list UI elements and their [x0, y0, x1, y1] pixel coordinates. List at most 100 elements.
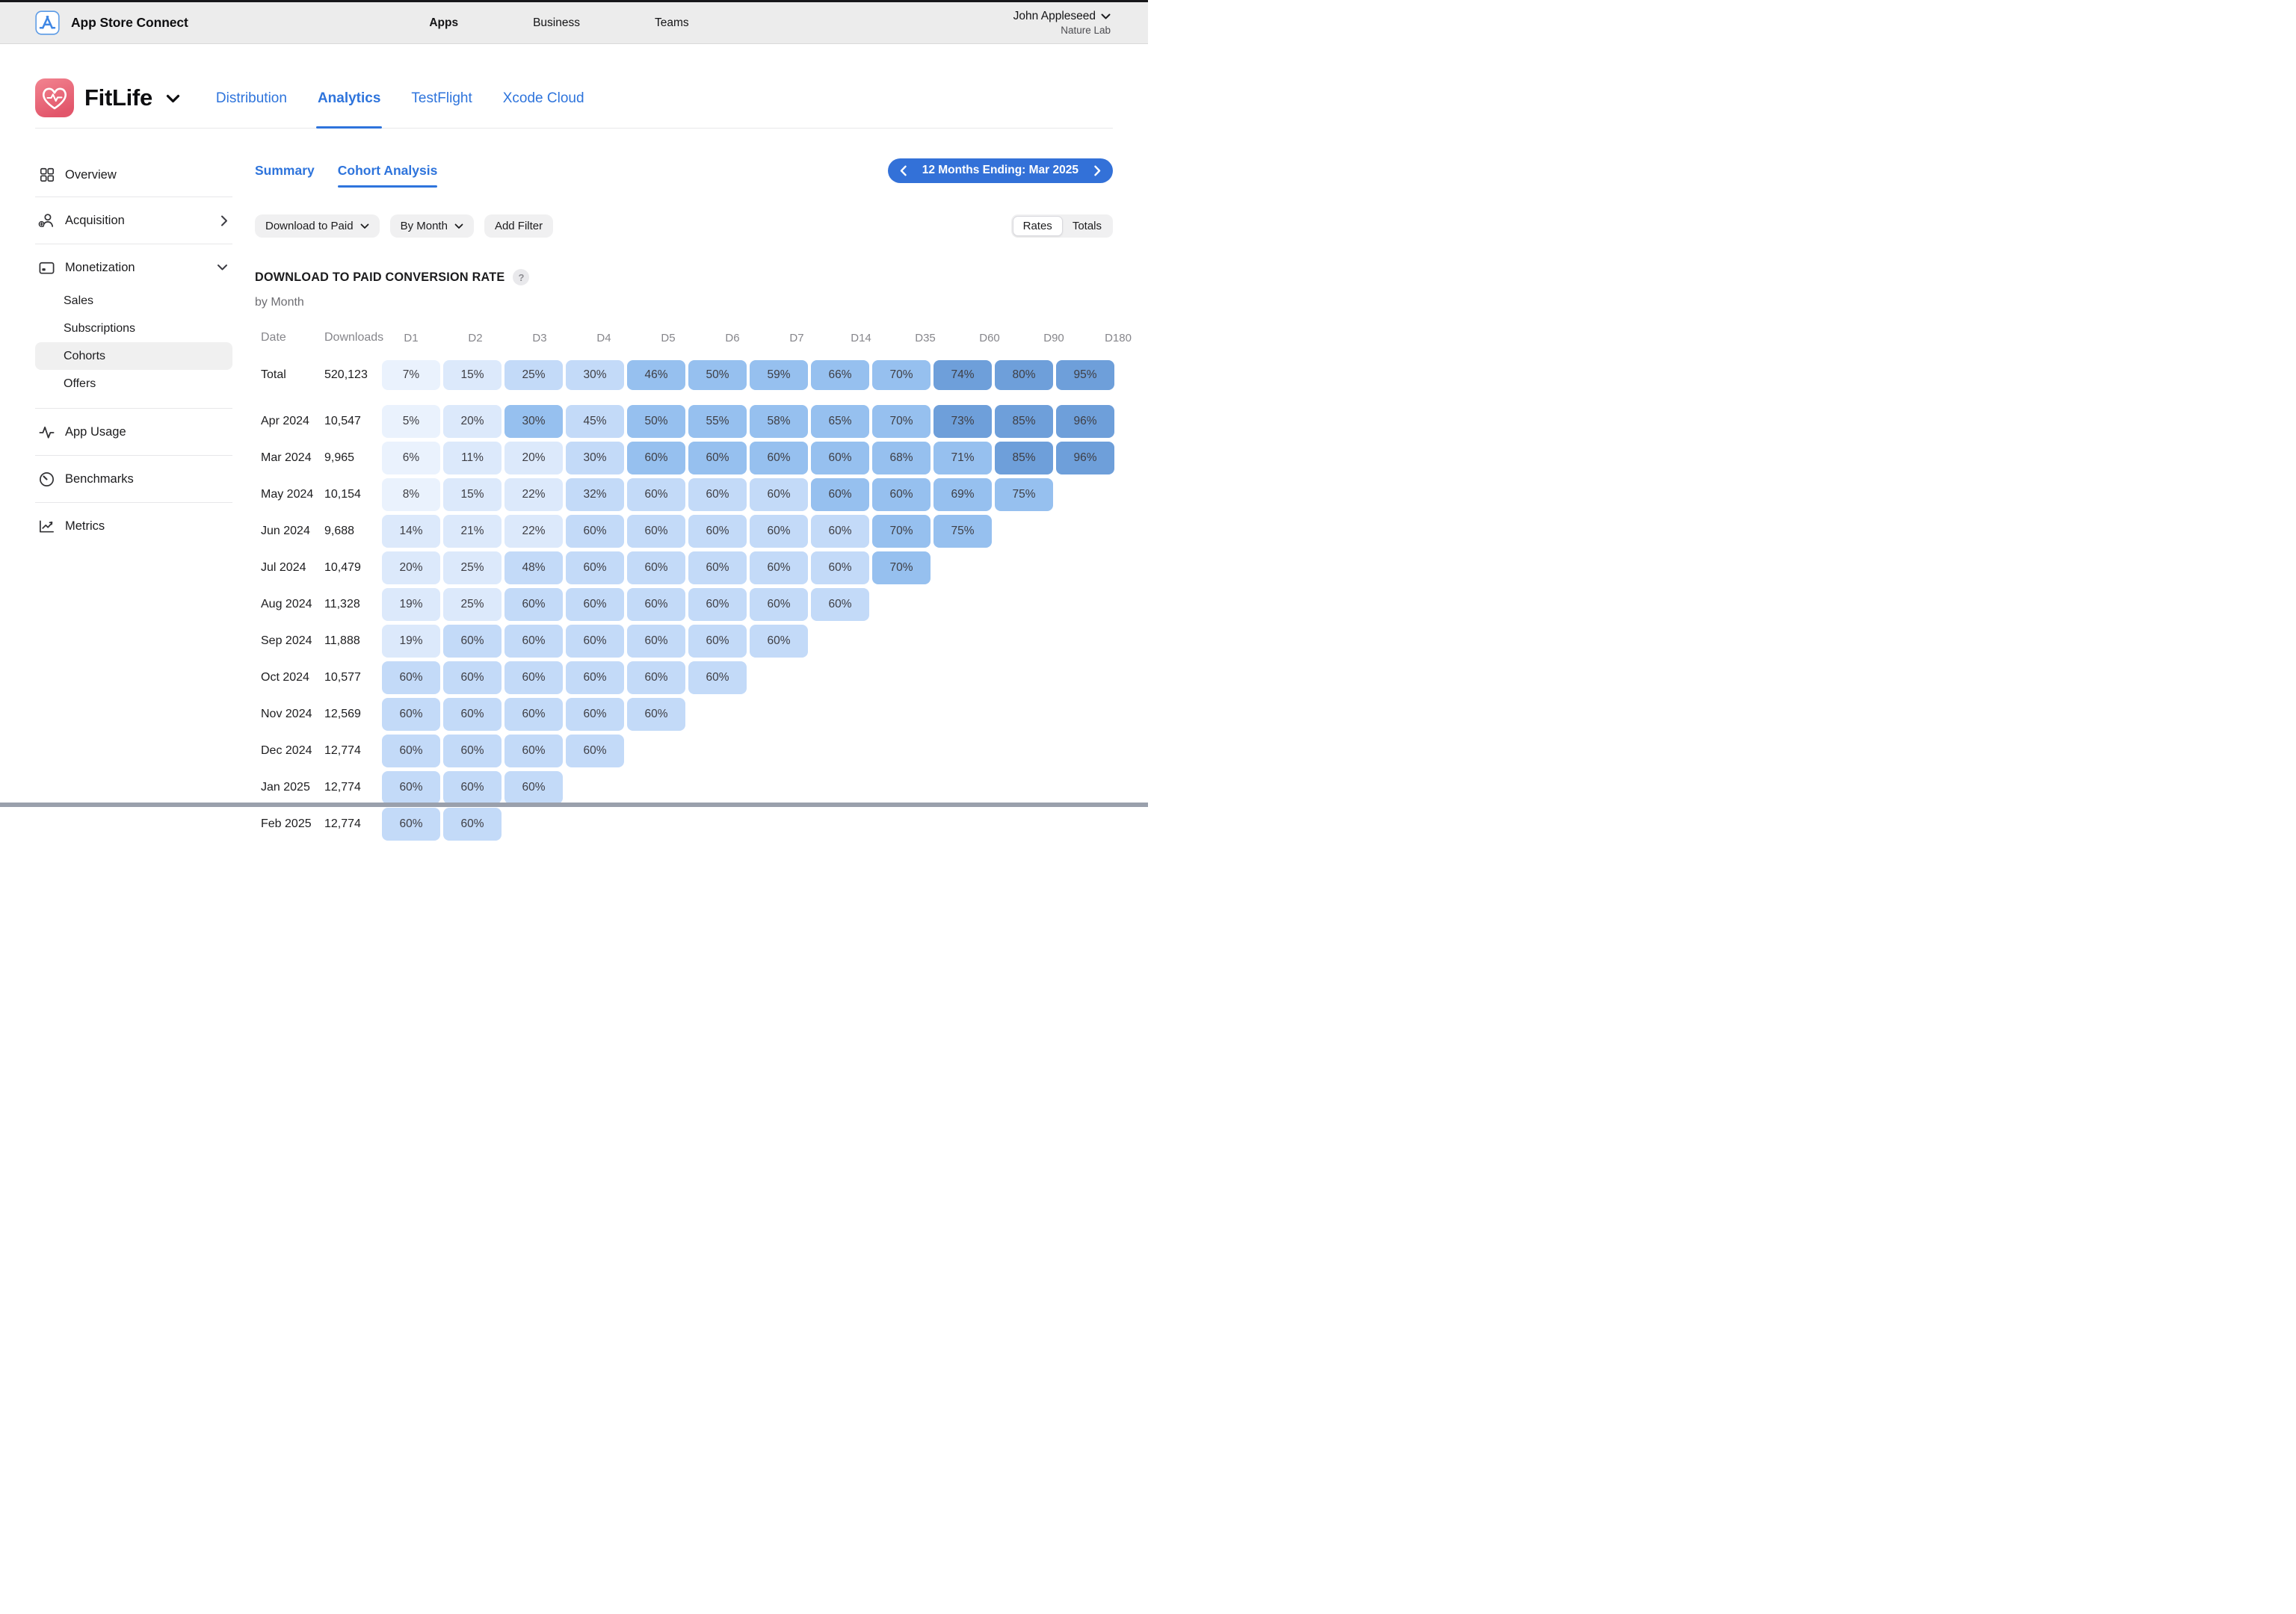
cohort-cell: 60% — [750, 551, 808, 584]
cohort-cell: 55% — [688, 405, 747, 438]
row-date: Feb 2025 — [255, 817, 318, 831]
cohort-cell: 66% — [811, 360, 869, 390]
column-headers-days: D1D2D3D4D5D6D7D14D35D60D90D180 — [382, 332, 1150, 344]
row-cells: 60%60%60%60% — [382, 735, 624, 767]
nav-teams[interactable]: Teams — [655, 16, 689, 30]
cohort-cell: 60% — [688, 588, 747, 621]
cohort-cell: 60% — [627, 515, 685, 548]
cohort-cell: 60% — [566, 698, 624, 731]
app-tabs: Distribution Analytics TestFlight Xcode … — [216, 78, 584, 129]
cohort-cell: 50% — [688, 360, 747, 390]
fitlife-app-icon — [35, 78, 74, 117]
sidebar-item-monetization[interactable]: Monetization — [35, 250, 232, 285]
tab-cohort-analysis[interactable]: Cohort Analysis — [338, 157, 438, 184]
card-icon — [38, 259, 55, 276]
top-nav: Apps Business Teams — [429, 16, 688, 30]
row-cells: 60%60%60%60%60% — [382, 698, 685, 731]
row-downloads: 12,774 — [318, 744, 382, 758]
chevron-down-icon — [1101, 13, 1111, 19]
sidebar-item-benchmarks[interactable]: Benchmarks — [35, 461, 232, 497]
cohort-cell: 60% — [627, 698, 685, 731]
date-range-picker[interactable]: 12 Months Ending: Mar 2025 — [888, 158, 1113, 183]
cohort-cell: 50% — [627, 405, 685, 438]
app-switcher[interactable]: FitLife — [35, 78, 180, 118]
grid-icon — [38, 167, 55, 184]
sidebar-item-metrics[interactable]: Metrics — [35, 508, 232, 544]
cohort-cell: 20% — [443, 405, 502, 438]
sidebar-item-app-usage[interactable]: App Usage — [35, 414, 232, 450]
chevron-left-icon[interactable] — [900, 165, 907, 176]
add-filter-button[interactable]: Add Filter — [484, 214, 553, 238]
sidebar-item-cohorts[interactable]: Cohorts — [35, 342, 232, 370]
cohort-cell: 60% — [566, 625, 624, 658]
row-downloads: 11,888 — [318, 634, 382, 648]
row-cells: 60%60%60%60%60%60% — [382, 661, 747, 694]
column-header-day: D4 — [575, 332, 633, 344]
add-filter-label: Add Filter — [495, 220, 543, 232]
chevron-right-icon[interactable] — [1094, 165, 1101, 176]
section-head: DOWNLOAD TO PAID CONVERSION RATE ? — [255, 269, 1113, 285]
granularity-dropdown[interactable]: By Month — [390, 214, 474, 238]
tab-distribution[interactable]: Distribution — [216, 78, 287, 120]
cohort-cell: 19% — [382, 588, 440, 621]
sidebar-item-subscriptions[interactable]: Subscriptions — [35, 315, 232, 342]
row-cells: 6%11%20%30%60%60%60%60%68%71%85%96% — [382, 442, 1114, 474]
row-date: Dec 2024 — [255, 744, 318, 758]
metric-dropdown[interactable]: Download to Paid — [255, 214, 380, 238]
line-chart-icon — [38, 518, 55, 535]
help-icon[interactable]: ? — [513, 269, 529, 285]
column-header-day: D90 — [1025, 332, 1083, 344]
app-title: App Store Connect — [71, 15, 188, 31]
cohort-cell: 15% — [443, 360, 502, 390]
window-bottom-edge — [0, 803, 1148, 807]
nav-business[interactable]: Business — [533, 16, 580, 30]
sidebar-subitem-label: Sales — [64, 294, 93, 308]
cohort-cell: 60% — [627, 625, 685, 658]
cohort-cell: 60% — [566, 551, 624, 584]
cohort-cell: 75% — [995, 478, 1053, 511]
cohort-cell: 14% — [382, 515, 440, 548]
cohort-cell: 60% — [566, 515, 624, 548]
cohort-cell: 60% — [443, 661, 502, 694]
tab-xcode-cloud[interactable]: Xcode Cloud — [503, 78, 584, 120]
cohort-cell: 58% — [750, 405, 808, 438]
screen-top-edge — [0, 0, 1148, 2]
cohort-cell: 30% — [566, 442, 624, 474]
toggle-totals[interactable]: Totals — [1063, 216, 1111, 236]
nav-apps[interactable]: Apps — [429, 16, 458, 30]
sidebar-item-sales[interactable]: Sales — [35, 287, 232, 315]
row-downloads: 10,154 — [318, 488, 382, 501]
column-header-day: D7 — [768, 332, 826, 344]
user-menu[interactable]: John Appleseed Nature Lab — [1013, 10, 1111, 36]
cohort-cell: 60% — [443, 808, 502, 841]
app-store-connect-icon[interactable] — [35, 10, 60, 35]
cohort-cell: 69% — [933, 478, 992, 511]
row-date: Sep 2024 — [255, 634, 318, 648]
cohort-cell: 21% — [443, 515, 502, 548]
cohort-cell: 60% — [750, 442, 808, 474]
top-bar: App Store Connect Apps Business Teams Jo… — [0, 0, 1148, 44]
sidebar-item-acquisition[interactable]: Acquisition — [35, 202, 232, 238]
cohort-cell: 70% — [872, 551, 931, 584]
cohort-cell: 68% — [872, 442, 931, 474]
sidebar-divider — [35, 502, 232, 503]
tab-analytics[interactable]: Analytics — [318, 78, 380, 120]
cohort-row: Aug 202411,32819%25%60%60%60%60%60%60% — [255, 588, 1113, 621]
cohort-cell: 71% — [933, 442, 992, 474]
cohort-cell: 22% — [504, 515, 563, 548]
toggle-rates[interactable]: Rates — [1013, 216, 1063, 236]
sidebar-item-label: Overview — [65, 168, 117, 182]
cohort-table: DateDownloadsD1D2D3D4D5D6D7D14D35D60D90D… — [255, 329, 1113, 841]
column-header-day: D60 — [960, 332, 1019, 344]
cohort-cell: 70% — [872, 515, 931, 548]
chevron-down-icon — [454, 223, 463, 229]
cohort-cell: 25% — [443, 551, 502, 584]
tab-summary[interactable]: Summary — [255, 157, 315, 184]
sidebar-item-overview[interactable]: Overview — [35, 158, 232, 191]
row-date: Total — [255, 368, 318, 382]
column-header-day: D35 — [896, 332, 954, 344]
row-cells: 20%25%48%60%60%60%60%60%70% — [382, 551, 931, 584]
tab-testflight[interactable]: TestFlight — [411, 78, 472, 120]
sidebar-item-offers[interactable]: Offers — [35, 370, 232, 398]
cohort-row: Jul 202410,47920%25%48%60%60%60%60%60%70… — [255, 551, 1113, 584]
